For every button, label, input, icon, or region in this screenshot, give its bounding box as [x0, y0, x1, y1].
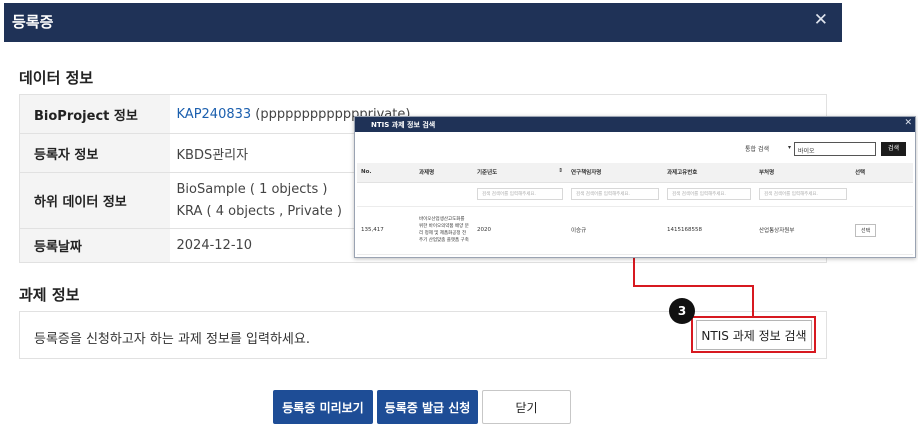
sub-data-label: 하위 데이터 정보 — [19, 172, 170, 229]
step-badge: 3 — [669, 298, 695, 324]
bioproject-label: BioProject 정보 — [19, 94, 170, 134]
table-header-row: No. 과제명 기준년도 ⇕ 연구책임자명 과제고유번호 부처명 선택 — [357, 163, 913, 183]
filter-input-project-id[interactable]: 검색 검색어를 입력해주세요. — [667, 188, 751, 200]
connector-line — [752, 286, 754, 317]
connector-line — [633, 257, 635, 287]
popup-header: NTIS 과제 정보 검색 ✕ — [355, 117, 915, 132]
search-type-select[interactable]: 통합 검색 ▾ — [745, 144, 791, 156]
col-header-select: 선택 — [851, 163, 913, 183]
data-section-title: 데이터 정보 — [19, 69, 94, 87]
task-section-title: 과제 정보 — [19, 286, 80, 304]
cell-year: 2020 — [473, 206, 567, 255]
date-label: 등록날짜 — [19, 228, 170, 263]
popup-search-button[interactable]: 검색 — [881, 142, 906, 156]
table-row[interactable]: 135,417 바이오산업생산고도화를 위한 바이오의약품 배양 분리 정제 및… — [357, 206, 913, 255]
cell-project-id: 1415168558 — [663, 206, 755, 255]
popup-search-input[interactable]: 바이오 — [794, 142, 876, 156]
registrant-label: 등록자 정보 — [19, 133, 170, 173]
ntis-result-table: No. 과제명 기준년도 ⇕ 연구책임자명 과제고유번호 부처명 선택 검색 검… — [357, 163, 913, 255]
connector-line — [633, 285, 754, 287]
filter-input-year[interactable]: 검색 검색어를 입력해주세요. — [477, 188, 563, 200]
sort-icon[interactable]: ⇕ — [558, 168, 563, 174]
chevron-down-icon: ▾ — [787, 144, 791, 151]
search-type-value: 통합 검색 — [745, 146, 769, 153]
col-header-project-id: 과제고유번호 — [663, 163, 755, 183]
close-icon[interactable]: ✕ — [814, 10, 828, 30]
filter-row: 검색 검색어를 입력해주세요. 검색 검색어를 입력해주세요. 검색 검색어를 … — [357, 182, 913, 207]
cell-no: 135,417 — [357, 206, 415, 255]
col-header-no: No. — [357, 163, 415, 183]
col-header-researcher: 연구책임자명 — [567, 163, 663, 183]
preview-button[interactable]: 등록증 미리보기 — [273, 390, 373, 424]
modal-title: 등록증 — [12, 13, 54, 31]
cell-ministry: 산업통상자원부 — [755, 206, 851, 255]
highlight-box — [691, 316, 816, 353]
close-button[interactable]: 닫기 — [482, 390, 571, 424]
close-icon[interactable]: ✕ — [904, 118, 912, 128]
col-header-year[interactable]: 기준년도 ⇕ — [473, 163, 567, 183]
col-header-year-label: 기준년도 — [477, 170, 498, 177]
col-header-ministry: 부처명 — [755, 163, 851, 183]
cell-researcher: 이승규 — [567, 206, 663, 255]
col-header-title: 과제명 — [415, 163, 473, 183]
modal-header: 등록증 ✕ — [4, 3, 842, 42]
issue-request-button[interactable]: 등록증 발급 신청 — [377, 390, 478, 424]
filter-input-ministry[interactable]: 검색 검색어를 입력해주세요. — [759, 188, 847, 200]
cell-title: 바이오산업생산고도화를 위한 바이오의약품 배양 분리 정제 및 제품화공정 전… — [415, 206, 473, 255]
select-button[interactable]: 선택 — [855, 223, 877, 237]
popup-title: NTIS 과제 정보 검색 — [371, 121, 436, 129]
bioproject-link[interactable]: KAP240833 — [177, 107, 252, 122]
task-description: 등록증을 신청하고자 하는 과제 정보를 입력하세요. — [34, 332, 310, 347]
ntis-search-popup: NTIS 과제 정보 검색 ✕ 통합 검색 ▾ 바이오 검색 No. 과제명 기… — [354, 116, 916, 258]
filter-input-researcher[interactable]: 검색 검색어를 입력해주세요. — [571, 188, 659, 200]
